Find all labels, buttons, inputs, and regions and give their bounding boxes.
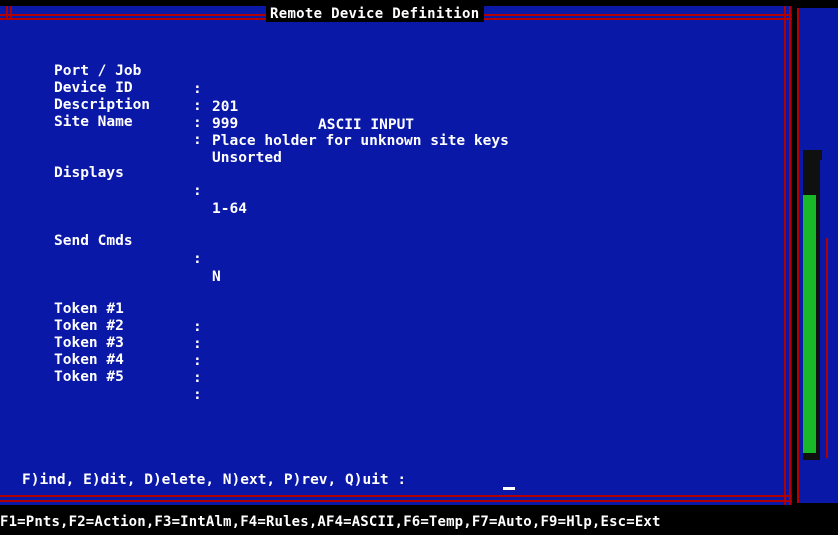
field-label: Port / Job [54, 63, 142, 79]
field-row-description: Description : Place holder for unknown s… [0, 78, 509, 149]
field-separator: : [193, 251, 202, 267]
frame-bottom-inner [0, 495, 792, 497]
token-row-1: Token #1 : [0, 282, 202, 335]
site-name-value[interactable]: Unsorted [212, 149, 282, 167]
field-label: Send Cmds [54, 233, 133, 249]
field-separator: : [193, 387, 202, 403]
field-separator: : [193, 132, 202, 148]
token-row-2: Token #2 : [0, 299, 202, 352]
field-separator: : [193, 183, 202, 199]
token-label: Token #2 [54, 318, 124, 334]
token-row-4: Token #4 : [0, 333, 202, 386]
scrollbar-thumb[interactable] [803, 195, 816, 453]
field-label: Site Name [54, 114, 133, 130]
field-separator: : [193, 370, 202, 386]
device-id-value[interactable]: 999 [212, 115, 238, 133]
frame-right-inner [784, 6, 786, 505]
displays-value[interactable]: 1-64 [212, 200, 247, 218]
field-label: Description [54, 97, 151, 113]
frame-right-outer [789, 6, 791, 505]
function-key-bar: F1=Pnts,F2=Action,F3=IntAlm,F4=Rules,AF4… [0, 510, 838, 535]
field-separator: : [193, 319, 202, 335]
field-separator: : [193, 115, 202, 131]
token-label: Token #3 [54, 335, 124, 351]
frame-bottom-outer [0, 500, 792, 502]
token-label: Token #1 [54, 301, 124, 317]
token-row-3: Token #3 : [0, 316, 202, 369]
field-row-port-job: Port / Job : 201 ASCII INPUT [0, 44, 414, 133]
frame-left-stub-2 [10, 6, 12, 20]
field-separator: : [193, 98, 202, 114]
description-value[interactable]: Place holder for unknown site keys [212, 132, 509, 150]
token-label: Token #4 [54, 352, 124, 368]
field-row-site-name: Site Name : Unsorted [0, 95, 282, 166]
frame-left-stub [6, 6, 8, 20]
background-window-border [797, 8, 799, 503]
scrollbar-cap [803, 150, 822, 160]
field-separator: : [193, 336, 202, 352]
field-label: Device ID [54, 80, 133, 96]
text-cursor[interactable] [503, 487, 515, 490]
background-window-border-inner [826, 238, 828, 458]
send-cmds-value[interactable]: N [212, 268, 221, 286]
token-row-5: Token #5 : [0, 350, 202, 403]
field-row-device-id: Device ID : 999 [0, 61, 238, 132]
field-separator: : [193, 353, 202, 369]
field-separator: : [193, 81, 202, 97]
field-label: Displays [54, 165, 124, 181]
remote-device-definition-dialog: Remote Device Definition Port / Job : 20… [0, 6, 792, 505]
dialog-title: Remote Device Definition [266, 6, 484, 22]
token-label: Token #5 [54, 369, 124, 385]
command-prompt: F)ind, E)dit, D)elete, N)ext, P)rev, Q)u… [22, 472, 407, 488]
port-job-value[interactable]: 201 [212, 98, 238, 116]
field-row-send-cmds: Send Cmds : N [0, 214, 221, 285]
field-row-displays: Displays : 1-64 [0, 146, 247, 217]
